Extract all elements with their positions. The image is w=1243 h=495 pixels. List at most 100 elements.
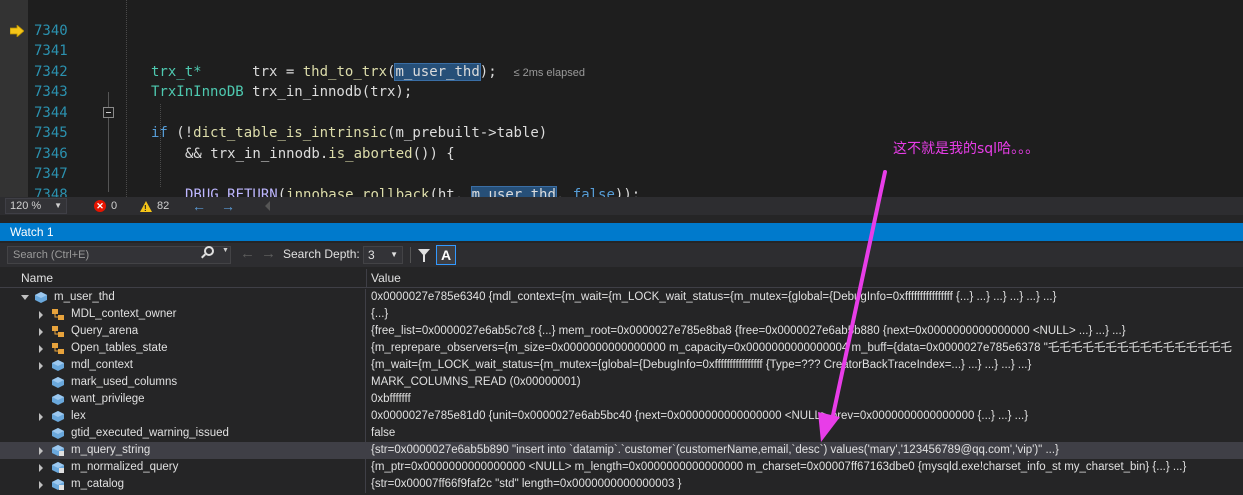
watch-value[interactable]: MARK_COLUMNS_READ (0x00000001) — [371, 374, 581, 391]
watch-name: want_privilege — [71, 393, 145, 405]
chevron-down-icon[interactable]: ▼ — [222, 247, 229, 254]
watch-window: Watch 1 Search (Ctrl+E) ▼ ← → Search Dep… — [0, 215, 1243, 495]
watch-value[interactable]: {free_list=0x0000027e6ab5c7c8 {...} mem_… — [371, 323, 1126, 340]
expand-arrow-icon[interactable] — [39, 345, 43, 353]
expand-arrow-icon[interactable] — [39, 413, 43, 421]
watch-column-header: Name Value — [0, 269, 1243, 288]
search-input[interactable]: Search (Ctrl+E) — [7, 246, 231, 264]
column-divider[interactable] — [366, 269, 367, 288]
field-icon — [52, 377, 64, 388]
code-line-7341: 7341 trx_t* trx = thd_to_trx(m_user_thd)… — [0, 21, 1243, 81]
watch-value[interactable]: 0x0000027e785e81d0 {unit=0x0000027e6ab5b… — [371, 408, 1028, 425]
watch-row[interactable]: m_normalized_query {m_ptr=0x000000000000… — [0, 459, 1243, 476]
font-size-button[interactable]: A — [436, 245, 456, 265]
field-icon — [52, 394, 64, 405]
expand-arrow-icon[interactable] — [39, 362, 43, 370]
watch-value[interactable]: {str=0x00007ff66f9faf2c "std" length=0x0… — [371, 476, 681, 493]
nav-forward-arrow-icon[interactable]: → — [221, 197, 235, 215]
code-line-7349: 7349 — [0, 185, 1243, 198]
chevron-down-icon: ▼ — [54, 201, 62, 210]
private-field-icon — [52, 479, 64, 490]
expand-arrow-icon[interactable] — [39, 447, 43, 455]
watch-name-cell: lex — [0, 408, 366, 425]
expand-arrow-icon[interactable] — [39, 328, 43, 336]
nav-back-arrow-icon[interactable]: ← — [192, 197, 206, 215]
warning-count-button[interactable]: 82 — [140, 199, 170, 216]
search-icon[interactable] — [204, 246, 214, 256]
zoom-dropdown[interactable]: 120 % ▼ — [5, 198, 67, 214]
watch-name-cell: m_user_thd — [0, 289, 366, 306]
chevron-down-icon: ▼ — [390, 250, 398, 259]
watch-value[interactable]: 0x0000027e785e6340 {mdl_context={m_wait=… — [371, 289, 1056, 306]
watch-row[interactable]: mark_used_columns MARK_COLUMNS_READ (0x0… — [0, 374, 1243, 391]
watch-name: mark_used_columns — [71, 376, 178, 388]
watch-value[interactable]: false — [371, 425, 395, 442]
watch-name-cell: MDL_context_owner — [0, 306, 366, 323]
watch-name: lex — [71, 410, 86, 422]
code-line-7345: 7345 && trx_in_innodb.is_aborted()) { — [0, 103, 1243, 162]
watch-row[interactable]: Open_tables_state {m_reprepare_observers… — [0, 340, 1243, 357]
watch-row[interactable]: want_privilege 0xbfffffff — [0, 391, 1243, 408]
watch-value[interactable]: {m_wait={m_LOCK_wait_status={m_mutex={gl… — [371, 357, 1031, 374]
expand-arrow-icon[interactable] — [39, 464, 43, 472]
watch-row[interactable]: gtid_executed_warning_issued false — [0, 425, 1243, 442]
variable-icon — [35, 292, 47, 303]
code-editor[interactable]: 7340 7341 trx_t* trx = thd_to_trx(m_user… — [0, 0, 1243, 197]
watch-row[interactable]: MDL_context_owner {...} — [0, 306, 1243, 323]
code-line-7344: 7344 if (!dict_table_is_intrinsic(m_preb… — [0, 82, 1243, 142]
error-icon: ✕ — [94, 200, 106, 212]
watch-row[interactable]: m_catalog {str=0x00007ff66f9faf2c "std" … — [0, 476, 1243, 493]
code-line-7340: 7340 — [0, 0, 1243, 39]
private-field-icon — [52, 462, 64, 473]
search-previous-arrow-icon[interactable]: ← — [240, 245, 255, 263]
watch-name: m_catalog — [71, 478, 125, 490]
warning-count: 82 — [157, 200, 170, 212]
watch-value[interactable]: {m_ptr=0x0000000000000000 <NULL> m_lengt… — [371, 459, 1186, 476]
watch-toolbar: Search (Ctrl+E) ▼ ← → Search Depth: 3 ▼ … — [0, 243, 1243, 267]
expand-arrow-icon[interactable] — [39, 311, 43, 319]
watch-row[interactable]: mdl_context {m_wait={m_LOCK_wait_status=… — [0, 357, 1243, 374]
watch-name-cell: Query_arena — [0, 323, 366, 340]
watch-row[interactable]: m_user_thd 0x0000027e785e6340 {mdl_conte… — [0, 289, 1243, 306]
code-line-7347: 7347 DBUG_RETURN(innobase_rollback(ht, m… — [0, 144, 1243, 197]
watch-row-selected[interactable]: m_query_string {str=0x0000027e6ab5b890 "… — [0, 442, 1243, 459]
watch-name-cell: Open_tables_state — [0, 340, 366, 357]
watch-window-title[interactable]: Watch 1 — [0, 223, 1243, 241]
watch-row[interactable]: lex 0x0000027e785e81d0 {unit=0x0000027e6… — [0, 408, 1243, 425]
collapse-arrow-icon[interactable] — [21, 295, 29, 300]
warning-icon — [140, 200, 152, 216]
watch-value[interactable]: {str=0x0000027e6ab5b890 "insert into `da… — [371, 442, 1059, 459]
toolbar-separator — [410, 247, 411, 263]
base-class-icon — [52, 343, 64, 354]
watch-name: m_query_string — [71, 444, 151, 456]
watch-name: Query_arena — [71, 325, 139, 337]
code-line-7348: 7348 } — [0, 164, 1243, 198]
error-count: 0 — [111, 200, 118, 212]
watch-name-cell: m_query_string — [0, 442, 366, 459]
annotation-text: 这不就是我的sql哈。。。 — [893, 141, 1040, 157]
column-header-value[interactable]: Value — [371, 269, 401, 288]
column-header-name[interactable]: Name — [21, 269, 53, 288]
watch-name-cell: m_normalized_query — [0, 459, 366, 476]
watch-row[interactable]: Query_arena {free_list=0x0000027e6ab5c7c… — [0, 323, 1243, 340]
watch-name: m_user_thd — [54, 291, 115, 303]
watch-name-cell: gtid_executed_warning_issued — [0, 425, 366, 442]
filter-icon[interactable] — [418, 249, 430, 262]
watch-name-cell: m_catalog — [0, 476, 366, 493]
error-count-button[interactable]: ✕ 0 — [94, 199, 117, 213]
watch-value[interactable]: {m_reprepare_observers={m_size=0x0000000… — [371, 340, 1232, 357]
base-class-icon — [52, 326, 64, 337]
editor-status-bar: 120 % ▼ ✕ 0 82 ← → — [0, 197, 1243, 216]
scroll-left-icon[interactable] — [265, 201, 270, 211]
watch-name: MDL_context_owner — [71, 308, 177, 320]
code-line-7346: 7346 — [0, 123, 1243, 162]
base-class-icon — [52, 309, 64, 320]
watch-value[interactable]: 0xbfffffff — [371, 391, 411, 408]
search-next-arrow-icon[interactable]: → — [261, 245, 276, 263]
expand-arrow-icon[interactable] — [39, 481, 43, 489]
search-depth-dropdown[interactable]: 3 ▼ — [363, 246, 403, 264]
watch-name-cell: mark_used_columns — [0, 374, 366, 391]
search-depth-value: 3 — [368, 248, 375, 262]
watch-value[interactable]: {...} — [371, 306, 388, 323]
field-icon — [52, 428, 64, 439]
